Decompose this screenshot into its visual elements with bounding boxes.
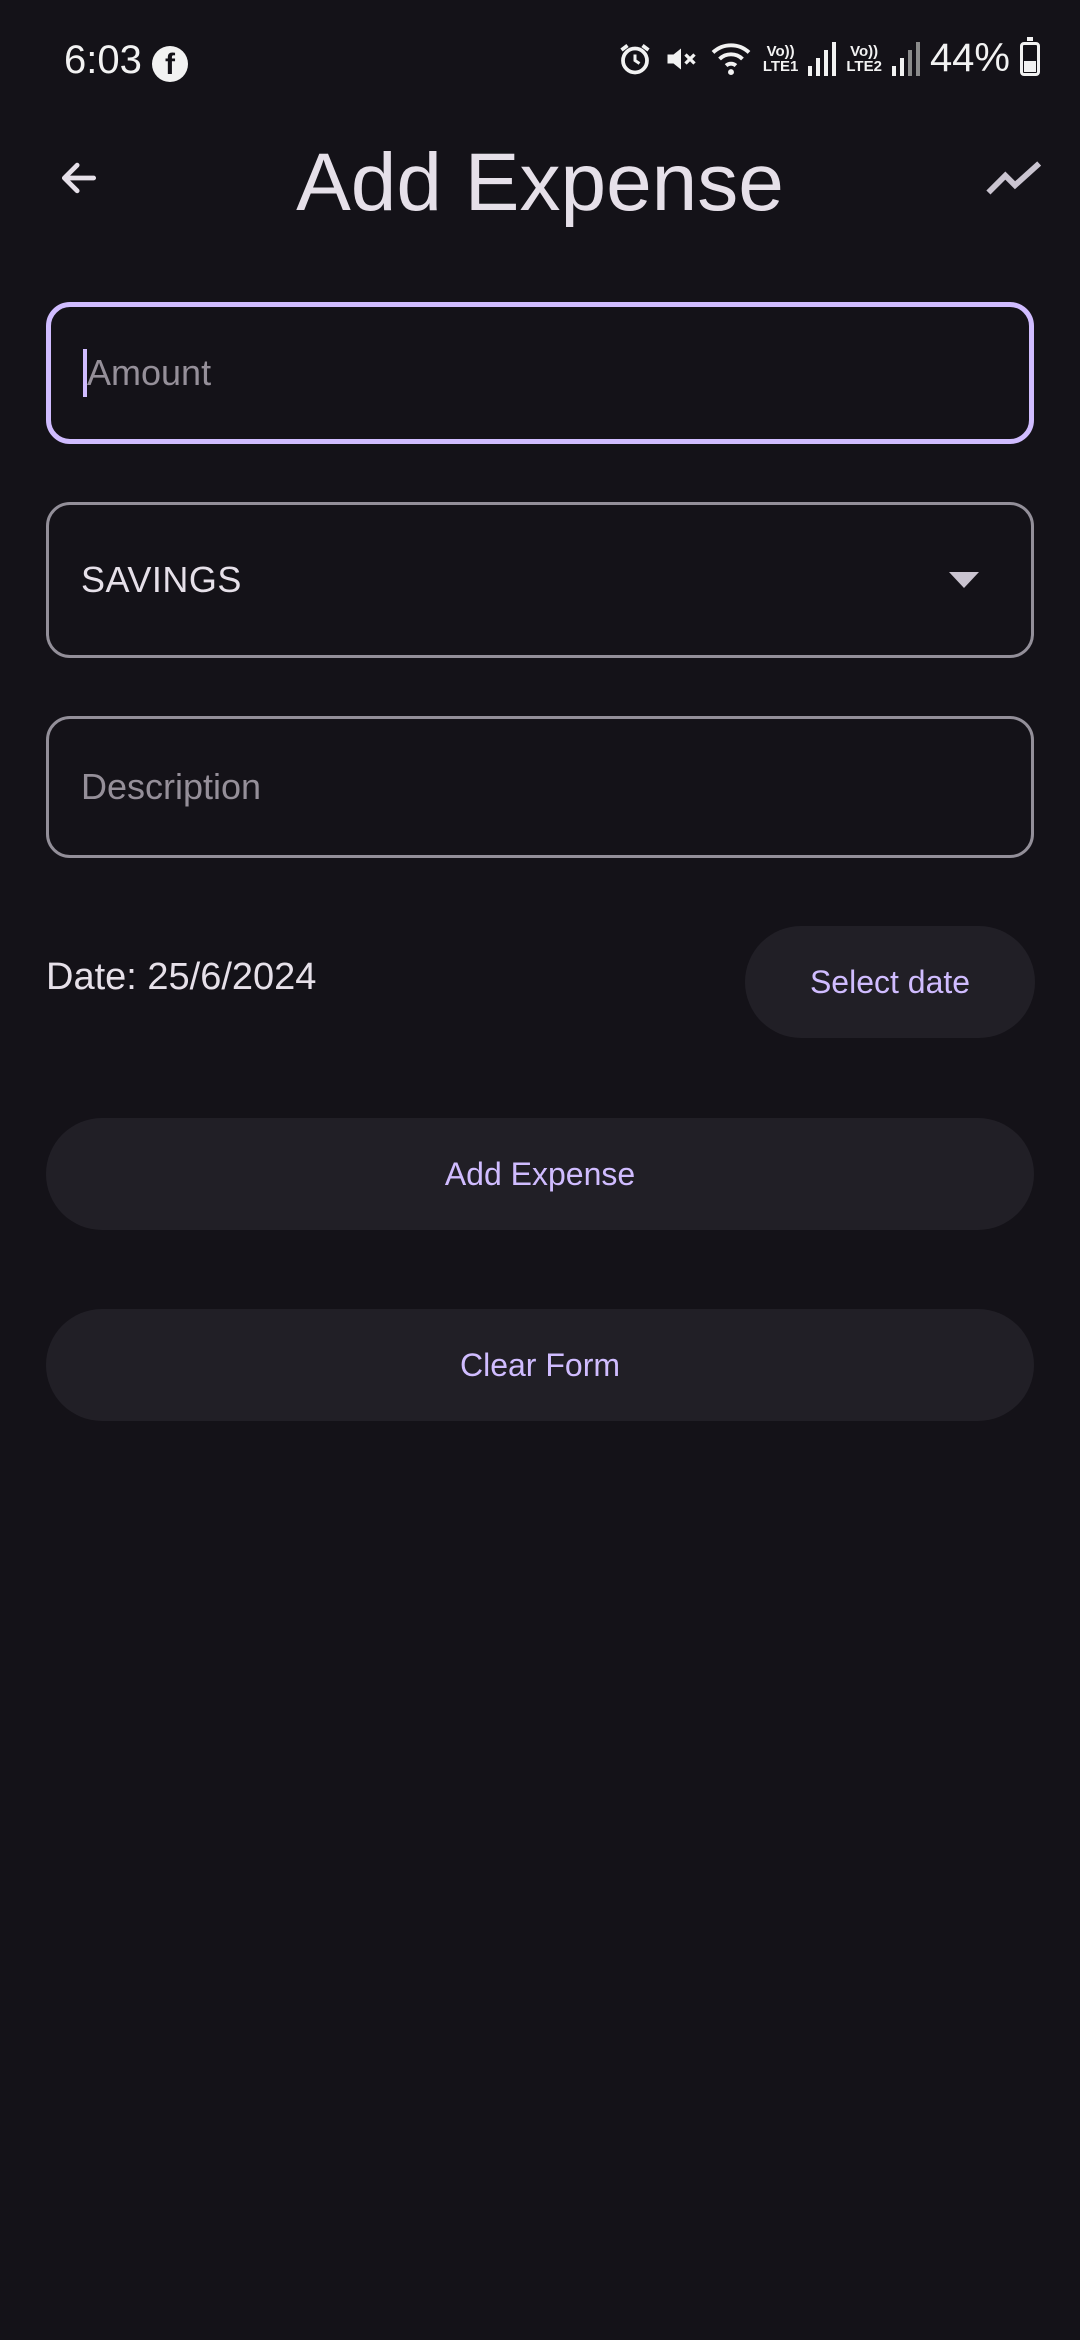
clear-form-label: Clear Form <box>459 1346 620 1383</box>
status-bar: 6:03 f Vo)) LTE1 Vo)) LTE2 44% <box>0 0 1080 125</box>
date-label: Date: 25/6/2024 <box>46 956 317 998</box>
dropdown-arrow-icon <box>949 572 979 588</box>
category-dropdown[interactable]: SAVINGS <box>46 502 1034 658</box>
battery-percent: 44% <box>929 36 1010 80</box>
alarm-icon <box>617 37 653 81</box>
amount-placeholder: Amount <box>87 352 212 393</box>
statistics-button[interactable] <box>980 145 1050 211</box>
facebook-icon: f <box>152 46 188 82</box>
status-icons: Vo)) LTE1 Vo)) LTE2 44% <box>617 36 1040 81</box>
signal-icon-2 <box>891 37 920 81</box>
description-placeholder: Description <box>81 766 262 807</box>
mute-icon <box>663 37 699 81</box>
add-expense-label: Add Expense <box>444 1155 636 1192</box>
category-value: SAVINGS <box>81 559 242 600</box>
volte1-bottom: LTE1 <box>762 57 799 75</box>
description-input[interactable]: Description <box>46 716 1034 858</box>
volte2-bottom: LTE2 <box>846 57 882 75</box>
volte2-indicator: Vo)) LTE2 <box>846 37 882 81</box>
battery-icon <box>1020 36 1040 76</box>
app-bar: Add Expense <box>0 125 1080 235</box>
page-title: Add Expense <box>296 137 784 228</box>
trending-up-icon <box>986 161 1042 195</box>
signal-icon <box>808 37 837 81</box>
wifi-icon <box>709 37 753 81</box>
amount-input[interactable]: Amount <box>46 302 1034 444</box>
battery-level-fill <box>1024 60 1036 72</box>
volte1-indicator: Vo)) LTE1 <box>763 37 799 81</box>
clear-form-button[interactable]: Clear Form <box>46 1309 1034 1421</box>
select-date-button[interactable]: Select date <box>745 926 1035 1038</box>
add-expense-button[interactable]: Add Expense <box>46 1118 1034 1230</box>
status-time: 6:03 <box>64 38 142 82</box>
select-date-label: Select date <box>809 963 971 1000</box>
